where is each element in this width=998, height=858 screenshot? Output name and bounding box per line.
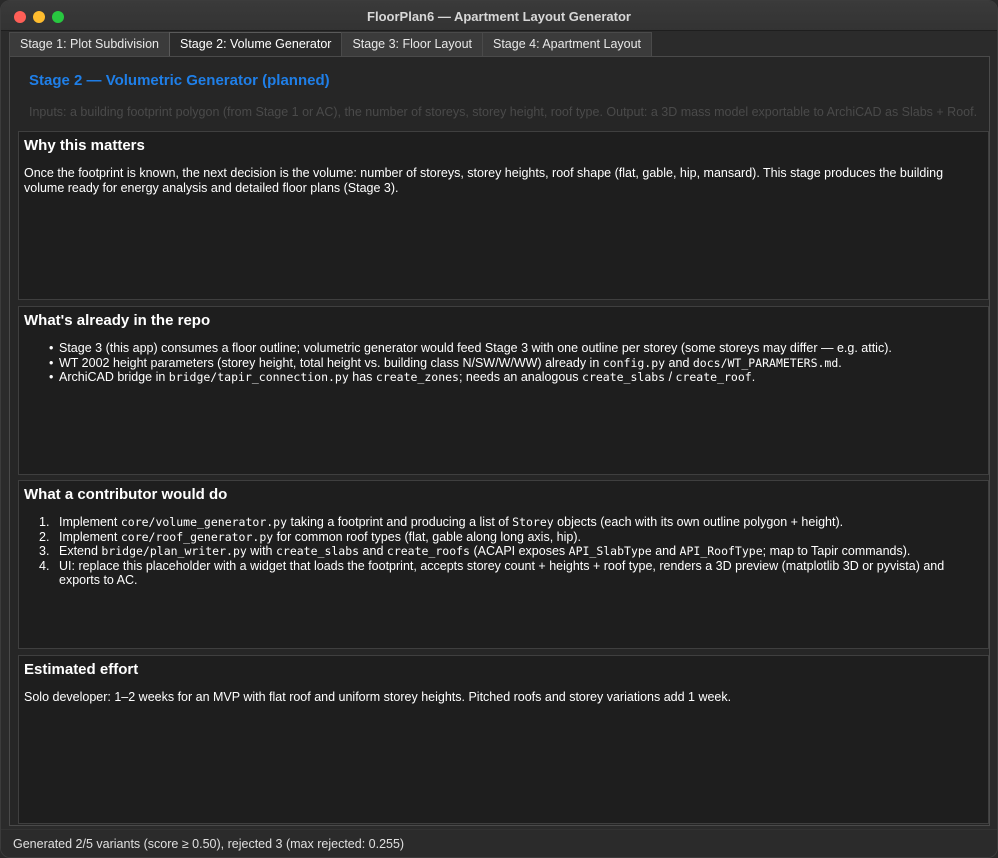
app-window: FloorPlan6 — Apartment Layout Generator …: [0, 0, 998, 858]
section-heading: Estimated effort: [24, 661, 139, 678]
section-estimated-effort[interactable]: Estimated effort Solo developer: 1–2 wee…: [18, 655, 989, 824]
bullet-list: Stage 3 (this app) consumes a floor outl…: [49, 341, 978, 385]
list-item: 3. Extend bridge/plan_writer.py with crea…: [39, 544, 911, 558]
list-item: Stage 3 (this app) consumes a floor outl…: [49, 341, 978, 356]
status-bar: Generated 2/5 variants (score ≥ 0.50), r…: [1, 829, 997, 857]
section-body: Once the footprint is known, the next de…: [24, 166, 944, 195]
tab-stage-1[interactable]: Stage 1: Plot Subdivision: [9, 32, 170, 56]
tab-stage-3[interactable]: Stage 3: Floor Layout: [341, 32, 483, 56]
section-heading: What's already in the repo: [24, 312, 211, 329]
section-already-in-repo[interactable]: What's already in the repo Stage 3 (this…: [18, 306, 989, 475]
list-item: 1. Implement core/volume_generator.py tak…: [39, 515, 844, 529]
status-text: Generated 2/5 variants (score ≥ 0.50), r…: [13, 837, 405, 851]
numbered-list: 1. Implement core/volume_generator.py tak…: [39, 515, 978, 588]
window-title: FloorPlan6 — Apartment Layout Generator: [367, 9, 631, 24]
list-item: ArchiCAD bridge in bridge/tapir_connecti…: [49, 370, 978, 385]
section-body: Solo developer: 1–2 weeks for an MVP wit…: [24, 690, 732, 704]
page-subtitle: Inputs: a building footprint polygon (fr…: [29, 105, 978, 119]
section-heading: What a contributor would do: [24, 486, 228, 503]
list-item: 4. UI: replace this placeholder with a wi…: [39, 558, 945, 588]
tab-stage-2[interactable]: Stage 2: Volume Generator: [168, 32, 343, 57]
tab-stage-4[interactable]: Stage 4: Apartment Layout: [482, 32, 653, 56]
page-title: Stage 2 — Volumetric Generator (planned): [29, 72, 330, 89]
stage-tab-bar: Stage 1: Plot Subdivision Stage 2: Volum…: [9, 32, 653, 57]
section-contributor-tasks[interactable]: What a contributor would do 1. Implement …: [18, 480, 989, 649]
section-why-this-matters[interactable]: Why this matters Once the footprint is k…: [18, 131, 989, 300]
stage-2-panel: Stage 2 — Volumetric Generator (planned)…: [9, 56, 990, 826]
list-item: WT 2002 height parameters (storey height…: [49, 356, 978, 371]
title-bar: FloorPlan6 — Apartment Layout Generator: [1, 1, 997, 31]
list-item: 2. Implement core/roof_generator.py for c…: [39, 529, 581, 544]
section-heading: Why this matters: [24, 137, 145, 154]
